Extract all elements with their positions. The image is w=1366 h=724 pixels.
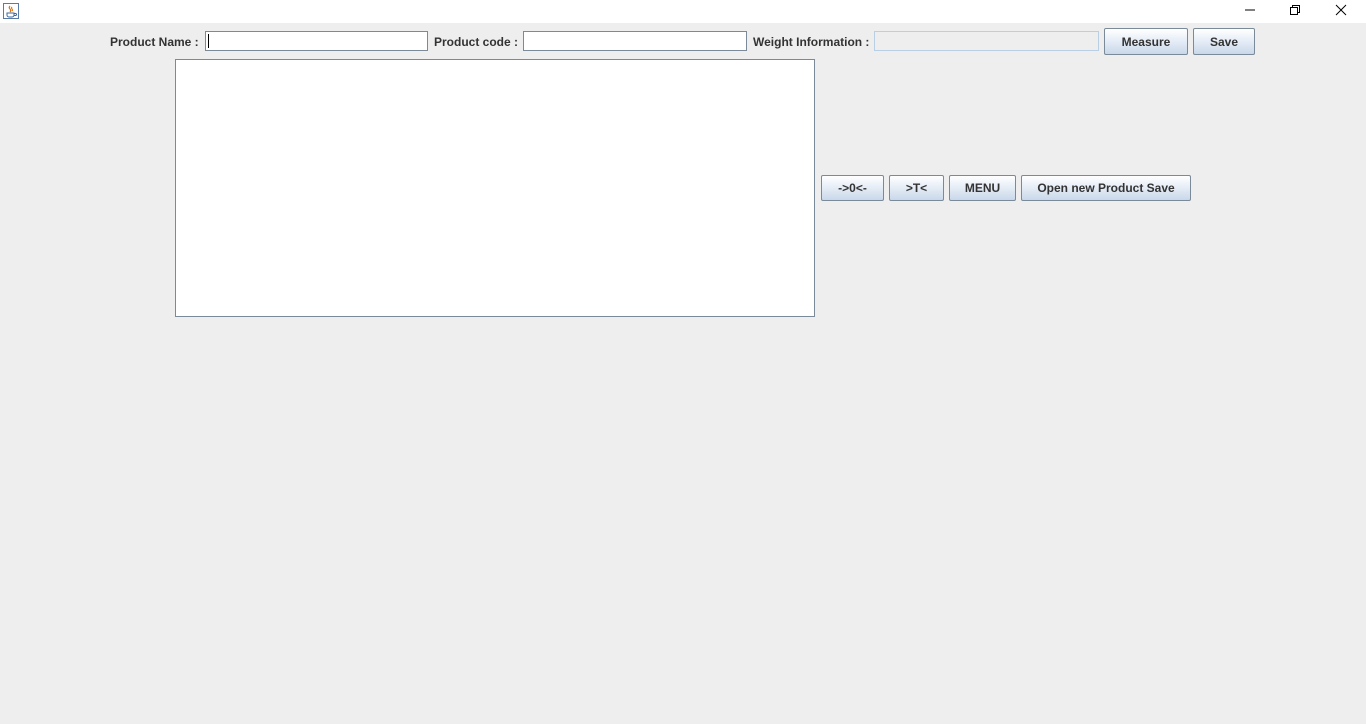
- main-panel: Product Name : Product code : Weight Inf…: [0, 23, 1366, 724]
- save-button[interactable]: Save: [1193, 28, 1255, 55]
- close-button[interactable]: [1318, 0, 1364, 23]
- restore-icon: [1289, 3, 1301, 21]
- zero-button[interactable]: ->0<-: [821, 175, 884, 201]
- menu-button[interactable]: MENU: [949, 175, 1016, 201]
- restore-button[interactable]: [1272, 0, 1318, 23]
- weight-information-label: Weight Information :: [753, 35, 870, 49]
- product-name-input[interactable]: [205, 31, 428, 51]
- measure-button[interactable]: Measure: [1104, 28, 1188, 55]
- tare-button[interactable]: >T<: [889, 175, 944, 201]
- java-app-icon: [3, 3, 19, 19]
- minimize-icon: [1244, 3, 1256, 21]
- output-text-area[interactable]: [175, 59, 815, 317]
- close-icon: [1335, 3, 1347, 21]
- title-bar: [0, 0, 1366, 23]
- weight-information-field: [874, 31, 1099, 51]
- minimize-button[interactable]: [1227, 0, 1273, 23]
- open-new-product-save-button[interactable]: Open new Product Save: [1021, 175, 1191, 201]
- product-name-label: Product Name :: [110, 35, 199, 49]
- product-code-label: Product code :: [434, 35, 519, 49]
- product-code-input[interactable]: [523, 31, 747, 51]
- text-caret: [208, 34, 209, 48]
